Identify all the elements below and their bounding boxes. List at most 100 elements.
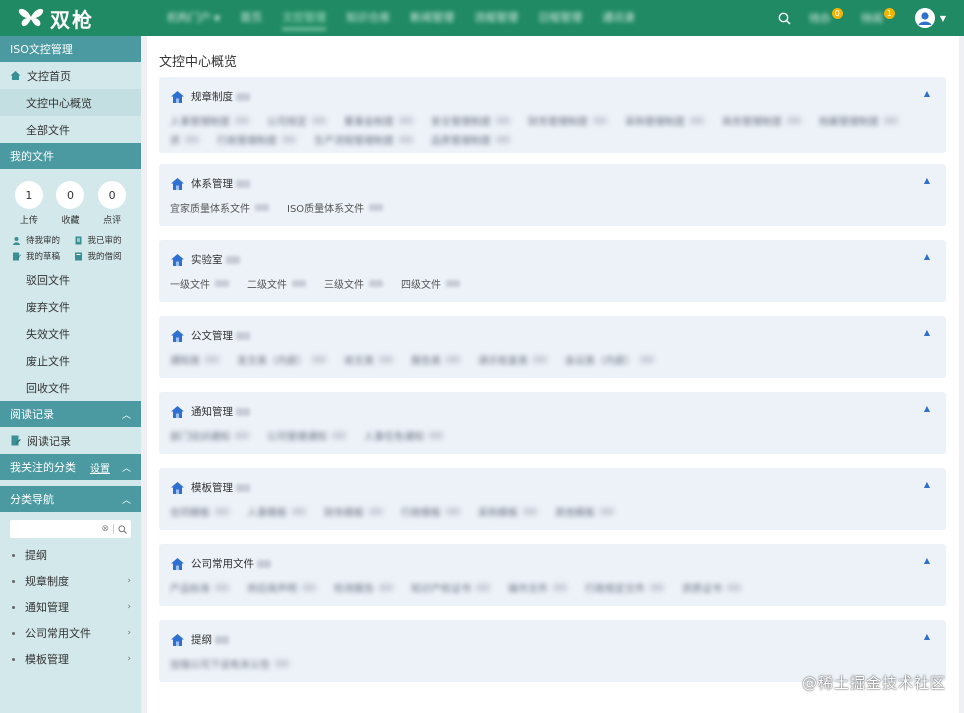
chevron-up-icon[interactable]: ︿ [122, 493, 131, 506]
card-header[interactable]: 通知管理 [170, 404, 250, 419]
doc-category-link[interactable]: 其他模板 [555, 504, 614, 519]
quick-to-review[interactable]: 待我审的 [12, 234, 74, 246]
card-header[interactable]: 实验室 [170, 252, 240, 267]
card-header[interactable]: 模板管理 [170, 480, 250, 495]
doc-category-link[interactable]: 发文类（内部） [237, 352, 326, 367]
sidebar-item-home[interactable]: 文控首页 [0, 62, 141, 89]
doc-category-link[interactable]: 产品标准 [170, 580, 229, 595]
collapse-icon[interactable]: ▲ [924, 89, 930, 98]
doc-category-link[interactable]: 二级文件 [247, 276, 306, 291]
card-header[interactable]: 公文管理 [170, 328, 250, 343]
quick-drafts[interactable]: 我的草稿 [12, 250, 74, 262]
doc-category-link[interactable]: 资 [170, 132, 199, 147]
doc-category-link[interactable]: 检测报告 [334, 580, 393, 595]
sidebar-item-rejected[interactable]: 驳回文件 [0, 266, 141, 293]
nav-contacts[interactable]: 通讯录 [592, 0, 645, 36]
clear-icon[interactable]: ⊗ [101, 524, 109, 534]
chevron-up-icon[interactable]: ︿ [122, 408, 131, 421]
doc-category-link[interactable]: 三级文件 [324, 276, 383, 291]
doc-category-link[interactable]: 宜家质量体系文件 [170, 200, 269, 215]
doc-category-link[interactable]: 部门培训通知 [170, 428, 249, 443]
nav-workflow[interactable]: 流程管理 [464, 0, 528, 36]
doc-category-link[interactable]: 人事任免通知 [364, 428, 443, 443]
stat-favorite[interactable]: 0 收藏 [56, 181, 85, 226]
category-item-notices[interactable]: 通知管理 › [0, 594, 141, 620]
sidebar-item-discarded[interactable]: 废弃文件 [0, 293, 141, 320]
category-search-input[interactable]: ⊗ [10, 520, 131, 538]
card-header[interactable]: 体系管理 [170, 176, 250, 191]
logo[interactable]: 双枪 [0, 0, 140, 36]
category-item-common-files[interactable]: 公司常用文件 › [0, 620, 141, 646]
stat-comment[interactable]: 0 点评 [98, 181, 127, 226]
doc-category-link[interactable]: 人事管理制度 [170, 113, 249, 128]
caret-down-icon[interactable]: ▼ [940, 14, 946, 23]
doc-category-link[interactable]: 公司管理通知 [267, 428, 346, 443]
doc-category-link[interactable]: 采购管理制度 [625, 113, 704, 128]
doc-category-link[interactable]: 知识产权证书 [411, 580, 490, 595]
nav-schedule[interactable]: 日程管理 [528, 0, 592, 36]
doc-category-link[interactable]: 行政管理制度 [217, 132, 296, 147]
sidebar-item-all-files[interactable]: 全部文件 [0, 116, 141, 143]
nav-news[interactable]: 新闻管理 [400, 0, 464, 36]
search-icon[interactable] [118, 524, 127, 534]
sidebar-section-reading[interactable]: 阅读记录 ︿ [0, 401, 141, 427]
card-header[interactable]: 公司常用文件 [170, 556, 271, 571]
doc-category-link[interactable]: 操作文件 [508, 580, 567, 595]
doc-category-link[interactable]: 行政模板 [401, 504, 460, 519]
sidebar-item-overview[interactable]: 文控中心概览 [0, 89, 141, 116]
doc-category-link[interactable]: 收文类 [344, 352, 393, 367]
doc-category-link[interactable]: 通知类 [170, 352, 219, 367]
nav-portal[interactable]: 机构门户 ▼ [157, 0, 230, 36]
sidebar-item-invalid[interactable]: 失效文件 [0, 320, 141, 347]
search-icon[interactable] [778, 12, 791, 25]
stat-upload[interactable]: 1 上传 [14, 181, 43, 226]
doc-category-link[interactable]: 档案管理制度 [819, 113, 898, 128]
collapse-icon[interactable]: ▲ [924, 404, 930, 413]
chevron-up-icon[interactable]: ︿ [122, 461, 131, 474]
doc-category-link[interactable]: 采购模板 [478, 504, 537, 519]
nav-knowledge[interactable]: 知识仓库 [336, 0, 400, 36]
doc-category-link[interactable]: 安全管理制度 [431, 113, 510, 128]
doc-category-link[interactable]: 一级文件 [170, 276, 229, 291]
quick-borrowed[interactable]: 我的借阅 [74, 250, 136, 262]
doc-category-link[interactable]: 人事模板 [247, 504, 306, 519]
doc-category-link[interactable]: 供应商声明 [247, 580, 316, 595]
doc-category-link[interactable]: 加强公司下设有关公告 [170, 656, 289, 671]
doc-category-link[interactable]: 品质管理制度 [431, 132, 510, 147]
doc-category-link[interactable]: 会议类（内部） [565, 352, 654, 367]
quick-reviewed[interactable]: 我已审的 [74, 234, 136, 246]
card-header[interactable]: 规章制度 [170, 89, 250, 104]
collapse-icon[interactable]: ▲ [924, 480, 930, 489]
doc-category-link[interactable]: 财务管理制度 [528, 113, 607, 128]
doc-category-link[interactable]: 财务模板 [324, 504, 383, 519]
setting-link[interactable]: 设置 [90, 460, 110, 475]
doc-category-link[interactable]: 报告类 [411, 352, 460, 367]
avatar[interactable] [914, 8, 935, 28]
doc-category-link[interactable]: 请示批复类 [478, 352, 547, 367]
collapse-icon[interactable]: ▲ [924, 176, 930, 185]
doc-category-link[interactable]: 行政规定文件 [585, 580, 664, 595]
doc-category-link[interactable]: 董事会制度 [344, 113, 413, 128]
sidebar-item-abolished[interactable]: 废止文件 [0, 347, 141, 374]
doc-category-link[interactable]: 合同模板 [170, 504, 229, 519]
sidebar-section-category-nav[interactable]: 分类导航 ︿ [0, 486, 141, 512]
sidebar-section-followed[interactable]: 我关注的分类 设置 ︿ [0, 454, 141, 480]
collapse-icon[interactable]: ▲ [924, 252, 930, 261]
collapse-icon[interactable]: ▲ [924, 328, 930, 337]
card-header[interactable]: 提纲 [170, 632, 229, 647]
sidebar-item-recycle[interactable]: 回收文件 [0, 374, 141, 401]
category-item-regulations[interactable]: 规章制度 › [0, 568, 141, 594]
doc-category-link[interactable]: 四级文件 [401, 276, 460, 291]
pending-link[interactable]: 待阅 1 [861, 7, 895, 26]
sidebar-item-reading-record[interactable]: 阅读记录 [0, 427, 141, 454]
nav-home[interactable]: 首页 [230, 0, 272, 36]
collapse-icon[interactable]: ▲ [924, 632, 930, 641]
todo-link[interactable]: 待办 0 [809, 7, 843, 26]
doc-category-link[interactable]: 公司规定 [267, 113, 326, 128]
doc-category-link[interactable]: 资质证书 [682, 580, 741, 595]
doc-category-link[interactable]: 商务管理制度 [722, 113, 801, 128]
doc-category-link[interactable]: ISO质量体系文件 [287, 200, 384, 215]
doc-category-link[interactable]: 生产流程管理制度 [314, 132, 413, 147]
category-item-templates[interactable]: 模板管理 › [0, 646, 141, 672]
category-item-outline[interactable]: 提纲 [0, 542, 141, 568]
